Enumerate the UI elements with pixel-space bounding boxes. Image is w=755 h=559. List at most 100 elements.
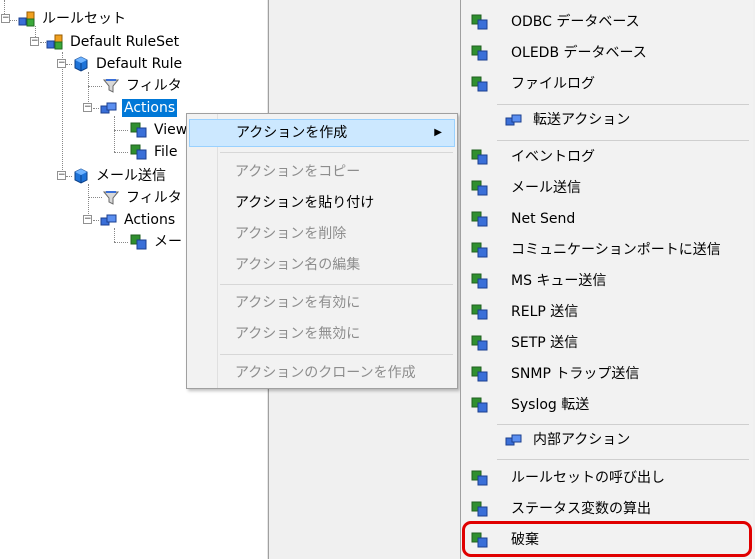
submenu-item-status-variable[interactable]: ステータス変数の算出 [461,494,753,524]
action-icon [471,14,489,30]
submenu-item-label: メール送信 [511,180,581,196]
submenu-item-comm-port[interactable]: コミュニケーションポートに送信 [461,235,753,265]
tree-node-label: フィルタ [126,78,182,94]
submenu-item-label: イベントログ [511,149,595,165]
collapse-toggle[interactable]: − [57,59,66,68]
menu-item-enable-action[interactable]: アクションを有効に [189,289,455,317]
context-menu: アクションを作成 ▶ アクションをコピー アクションを貼り付け アクションを削除… [186,113,458,389]
submenu-item-send-mail[interactable]: メール送信 [461,173,753,203]
submenu-item-snmp-trap[interactable]: SNMP トラップ送信 [461,359,753,389]
action-icon [471,149,489,165]
menu-item-label: アクションを作成 [236,125,348,141]
tree-node-file-action[interactable]: File [130,142,179,162]
tree-node-ruleset-root[interactable]: ルールセット [18,9,128,29]
menu-item-paste-action[interactable]: アクションを貼り付け [189,189,455,217]
submenu-item-net-send[interactable]: Net Send [461,204,753,234]
tree-node-default-ruleset[interactable]: Default RuleSet [46,32,181,52]
action-icon [471,76,489,92]
menu-item-rename-action[interactable]: アクション名の編集 [189,251,455,279]
collapse-toggle[interactable]: − [83,103,92,112]
submenu-item-odbc[interactable]: ODBC データベース [461,7,753,37]
tree-node-label: フィルタ [126,190,182,206]
discard-callout-box [462,521,752,557]
submenu-arrow-icon: ▶ [434,127,442,138]
submenu-item-syslog[interactable]: Syslog 転送 [461,390,753,420]
tree-node-label: File [154,144,178,160]
submenu-item-label: Syslog 転送 [511,397,590,413]
menu-item-delete-action[interactable]: アクションを削除 [189,220,455,248]
tree-node-default-rule[interactable]: Default Rule [72,54,184,74]
collapse-toggle[interactable]: − [57,171,66,180]
tree-node-actions[interactable]: Actions [100,210,177,230]
tree-node-actions-selected[interactable]: Actions [100,98,178,118]
tree-node-filter[interactable]: フィルタ [102,76,184,96]
action-icon [471,501,489,517]
menu-item-clone-action[interactable]: アクションのクローンを作成 [189,359,455,387]
menu-item-copy-action[interactable]: アクションをコピー [189,158,455,186]
actions-icon [505,432,523,448]
submenu-item-label: OLEDB データベース [511,45,647,61]
collapse-toggle[interactable]: − [1,14,10,23]
action-icon [471,366,489,382]
submenu-item-label: RELP 送信 [511,304,579,320]
ruleset-icon [18,11,36,27]
actions-icon [100,100,118,116]
submenu-separator [497,140,749,141]
submenu-item-filelog[interactable]: ファイルログ [461,69,753,99]
action-icon [471,45,489,61]
submenu-item-label: ルールセットの呼び出し [511,470,665,486]
ruleset-icon [46,34,64,50]
submenu-item-label: ステータス変数の算出 [511,501,651,517]
action-icon [471,470,489,486]
action-icon [471,180,489,196]
submenu-item-oledb[interactable]: OLEDB データベース [461,38,753,68]
submenu-item-eventlog[interactable]: イベントログ [461,142,753,172]
submenu-item-call-ruleset[interactable]: ルールセットの呼び出し [461,463,753,493]
tree-node-mail-rule[interactable]: メール送信 [72,166,168,186]
tree-connector [88,86,102,87]
submenu-item-label: Net Send [511,211,576,227]
submenu-item-relp[interactable]: RELP 送信 [461,297,753,327]
submenu-item-label: 転送アクション [533,112,631,128]
tree-node-label: ルールセット [42,11,126,27]
action-icon [471,397,489,413]
menu-item-disable-action[interactable]: アクションを無効に [189,320,455,348]
submenu-item-label: SNMP トラップ送信 [511,366,640,382]
tree-connector [114,116,115,152]
tree-node-label: View [154,122,188,138]
submenu-item-setp[interactable]: SETP 送信 [461,328,753,358]
menu-separator [220,284,453,285]
menu-item-label: アクションをコピー [235,164,361,180]
tree-connector [62,52,63,176]
menu-item-label: アクションを無効に [235,326,361,342]
rule-cube-icon [72,56,90,72]
collapse-toggle[interactable]: − [83,215,92,224]
create-action-submenu: ODBC データベース OLEDB データベース ファイルログ 転送アクション … [460,0,753,559]
menu-item-label: アクションを貼り付け [235,195,375,211]
filter-icon [102,78,120,94]
rule-cube-icon [72,168,90,184]
tree-node-mail-action[interactable]: メー [130,232,184,252]
submenu-item-forward-actions[interactable]: 転送アクション [461,105,753,135]
actions-icon [100,212,118,228]
action-icon [130,234,148,250]
submenu-item-internal-actions[interactable]: 内部アクション [461,425,753,455]
action-icon [471,335,489,351]
submenu-item-ms-queue[interactable]: MS キュー送信 [461,266,753,296]
menu-separator [220,152,453,153]
submenu-item-label: MS キュー送信 [511,273,607,289]
action-icon [471,304,489,320]
action-icon [471,211,489,227]
menu-item-label: アクションを削除 [235,226,347,242]
tree-node-label: Actions [122,99,178,117]
action-icon [471,273,489,289]
tree-node-label: メール送信 [96,168,166,184]
submenu-item-label: ODBC データベース [511,14,640,30]
action-icon [130,122,148,138]
collapse-toggle[interactable]: − [30,37,39,46]
tree-node-filter[interactable]: フィルタ [102,188,184,208]
tree-node-view-action[interactable]: View [130,120,189,140]
menu-item-create-action[interactable]: アクションを作成 ▶ [189,119,455,147]
tree-node-label: Default RuleSet [70,34,180,50]
tree-connector [114,228,115,242]
